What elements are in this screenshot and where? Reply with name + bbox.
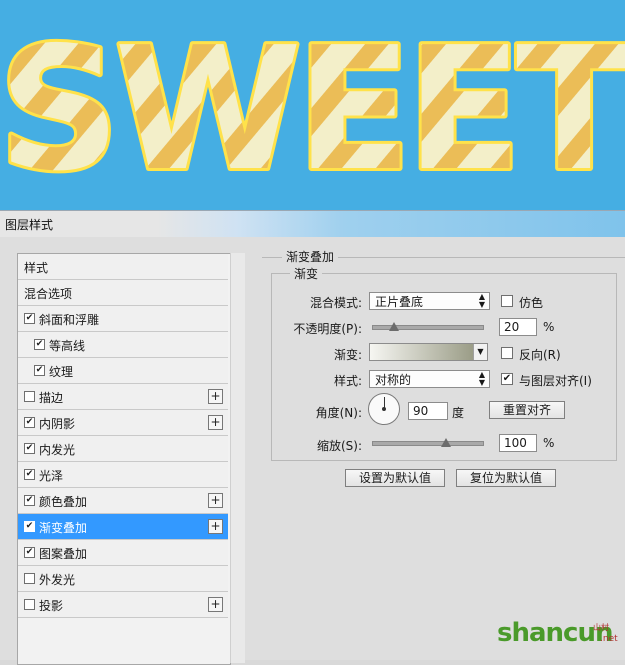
style-item-label: 图案叠加 [39, 547, 88, 561]
blend-mode-value: 正片叠底 [375, 295, 424, 309]
style-item-checkbox[interactable] [24, 573, 35, 584]
style-item-label: 样式 [24, 261, 49, 275]
style-list-item[interactable]: ✔ 纹理 [18, 358, 228, 384]
align-with-layer-checkbox[interactable]: ✔ [501, 373, 513, 385]
style-item-checkbox[interactable]: ✔ [24, 469, 35, 480]
watermark-net: .net [600, 634, 618, 644]
artwork-canvas: SWEET [0, 0, 625, 210]
dither-label: 仿色 [519, 296, 544, 310]
add-effect-plus-icon[interactable]: + [208, 415, 223, 430]
reset-default-button[interactable]: 复位为默认值 [456, 469, 556, 487]
shancun-watermark-logo: shancun 山村 .net [497, 618, 625, 660]
angle-label: 角度(N): [315, 406, 362, 420]
align-with-layer-label: 与图层对齐(I) [519, 374, 592, 388]
style-list-item[interactable]: ✔ 渐变叠加 + [18, 514, 228, 540]
style-item-label: 描边 [39, 391, 64, 405]
style-item-label: 斜面和浮雕 [39, 313, 100, 327]
scale-slider-thumb[interactable] [440, 438, 451, 447]
reset-alignment-button[interactable]: 重置对齐 [489, 401, 565, 419]
blend-mode-select[interactable]: 正片叠底 ▲ ▼ [369, 292, 490, 310]
style-item-label: 外发光 [39, 573, 76, 587]
style-list-item[interactable]: 混合选项 [18, 280, 228, 306]
style-item-checkbox[interactable]: ✔ [24, 417, 35, 428]
style-item-checkbox[interactable]: ✔ [24, 443, 35, 454]
reverse-label: 反向(R) [519, 348, 561, 362]
style-list-item[interactable]: 投影 + [18, 592, 228, 618]
style-label: 样式: [333, 374, 362, 388]
style-item-checkbox[interactable] [24, 599, 35, 610]
reverse-checkbox[interactable] [501, 347, 513, 359]
style-value: 对称的 [375, 373, 412, 387]
angle-dial-hub [382, 407, 386, 411]
scale-slider-track[interactable] [372, 441, 484, 446]
style-list-item[interactable]: ✔ 内发光 [18, 436, 228, 462]
sweet-candy-text-artwork: SWEET [0, 8, 625, 210]
select-arrows-icon: ▲ ▼ [478, 292, 485, 309]
style-item-checkbox[interactable] [24, 391, 35, 402]
style-item-checkbox[interactable]: ✔ [24, 313, 35, 324]
style-item-label: 投影 [39, 599, 64, 613]
style-item-label: 光泽 [39, 469, 64, 483]
style-list-item[interactable]: 描边 + [18, 384, 228, 410]
align-check-mark: ✔ [502, 373, 512, 384]
blend-mode-label: 混合模式: [309, 296, 362, 310]
section-title: 渐变叠加 [282, 248, 339, 265]
angle-unit: 度 [452, 406, 465, 420]
style-item-checkbox[interactable]: ✔ [24, 521, 35, 532]
style-list-item[interactable]: ✔ 图案叠加 [18, 540, 228, 566]
style-item-label: 颜色叠加 [39, 495, 88, 509]
add-effect-plus-icon[interactable]: + [208, 519, 223, 534]
scale-label: 缩放(S): [316, 439, 362, 453]
gradient-label: 渐变: [333, 348, 362, 362]
style-list: 样式混合选项 ✔ 斜面和浮雕 ✔ 等高线 ✔ 纹理描边 + ✔ 内阴影 + ✔ 内发光 ✔ 光泽 ✔ 颜色叠加 +… [17, 253, 231, 665]
style-item-label: 等高线 [49, 339, 86, 353]
opacity-label: 不透明度(P): [293, 322, 362, 336]
dialog-title-bar[interactable]: 图层样式 [0, 210, 625, 237]
angle-dial[interactable] [368, 393, 400, 425]
style-item-label: 渐变叠加 [39, 521, 88, 535]
style-list-item[interactable]: 外发光 [18, 566, 228, 592]
scale-input[interactable]: 100 [499, 434, 537, 452]
scale-unit: % [543, 436, 555, 450]
add-effect-plus-icon[interactable]: + [208, 389, 223, 404]
opacity-input[interactable]: 20 [499, 318, 537, 336]
style-list-item[interactable]: ✔ 颜色叠加 + [18, 488, 228, 514]
add-effect-plus-icon[interactable]: + [208, 597, 223, 612]
style-item-checkbox[interactable]: ✔ [34, 339, 45, 350]
layer-style-dialog: 样式混合选项 ✔ 斜面和浮雕 ✔ 等高线 ✔ 纹理描边 + ✔ 内阴影 + ✔ 内发光 ✔ 光泽 ✔ 颜色叠加 +… [0, 237, 625, 665]
dither-checkbox[interactable] [501, 295, 513, 307]
style-list-item[interactable]: ✔ 斜面和浮雕 [18, 306, 228, 332]
dialog-title: 图层样式 [5, 218, 54, 232]
style-item-label: 混合选项 [24, 287, 73, 301]
set-default-button[interactable]: 设置为默认值 [345, 469, 445, 487]
gradient-picker[interactable]: ▼ [369, 343, 488, 361]
select-arrows-icon: ▲ ▼ [478, 370, 485, 387]
chevron-down-icon[interactable]: ▼ [473, 344, 487, 360]
style-item-checkbox[interactable]: ✔ [34, 365, 45, 376]
opacity-unit: % [543, 320, 555, 334]
opacity-slider-thumb[interactable] [389, 322, 399, 331]
style-list-item[interactable]: ✔ 等高线 [18, 332, 228, 358]
watermark-sub: 山村 [593, 623, 609, 632]
style-item-label: 纹理 [49, 365, 74, 379]
angle-input[interactable]: 90 [408, 402, 448, 420]
gradient-preview[interactable] [370, 344, 474, 360]
add-effect-plus-icon[interactable]: + [208, 493, 223, 508]
style-list-item[interactable]: 样式 [18, 254, 228, 280]
group-title: 渐变 [290, 265, 323, 282]
style-item-label: 内阴影 [39, 417, 76, 431]
style-select[interactable]: 对称的 ▲ ▼ [369, 370, 490, 388]
style-item-checkbox[interactable]: ✔ [24, 495, 35, 506]
style-list-scrollbar[interactable] [230, 253, 245, 663]
style-list-item[interactable]: ✔ 光泽 [18, 462, 228, 488]
artwork-text: SWEET [0, 11, 625, 209]
style-item-checkbox[interactable]: ✔ [24, 547, 35, 558]
style-item-label: 内发光 [39, 443, 76, 457]
style-list-item[interactable]: ✔ 内阴影 + [18, 410, 228, 436]
